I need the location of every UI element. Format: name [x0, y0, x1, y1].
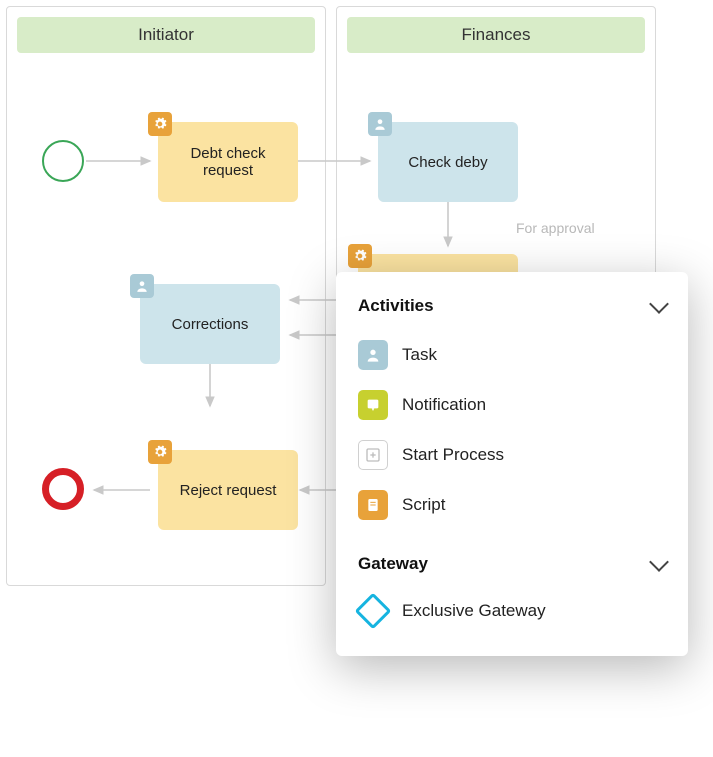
gear-icon — [148, 440, 172, 464]
task-corrections[interactable]: Corrections — [140, 284, 280, 364]
palette-section-title: Activities — [358, 296, 434, 316]
palette-item-label: Start Process — [402, 445, 504, 465]
task-label: Check deby — [408, 154, 487, 171]
lane-finances-title: Finances — [347, 17, 645, 53]
palette-item-notification[interactable]: Notification — [358, 380, 666, 430]
end-event[interactable] — [42, 468, 84, 510]
chevron-down-icon — [649, 294, 669, 314]
chevron-down-icon — [649, 552, 669, 572]
palette-item-label: Notification — [402, 395, 486, 415]
palette-item-label: Script — [402, 495, 445, 515]
notification-icon — [358, 390, 388, 420]
edge-label-for-approval: For approval — [516, 220, 595, 236]
palette-popup[interactable]: Activities Task Notification Start Proce… — [336, 272, 688, 656]
task-reject-request[interactable]: Reject request — [158, 450, 298, 530]
task-label: Corrections — [172, 316, 249, 333]
palette-item-start-process[interactable]: Start Process — [358, 430, 666, 480]
user-icon — [358, 340, 388, 370]
gear-icon — [348, 244, 372, 268]
task-debt-check-request[interactable]: Debt check request — [158, 122, 298, 202]
task-label: Reject request — [180, 482, 277, 499]
palette-item-task[interactable]: Task — [358, 330, 666, 380]
palette-section-activities[interactable]: Activities — [358, 296, 666, 316]
exclusive-gateway-icon — [358, 598, 388, 624]
start-process-icon — [358, 440, 388, 470]
lane-initiator-title: Initiator — [17, 17, 315, 53]
palette-item-label: Task — [402, 345, 437, 365]
user-icon — [368, 112, 392, 136]
start-event[interactable] — [42, 140, 84, 182]
script-icon — [358, 490, 388, 520]
palette-item-label: Exclusive Gateway — [402, 601, 546, 621]
task-check-deby[interactable]: Check deby — [378, 122, 518, 202]
task-label: Debt check request — [168, 145, 288, 179]
palette-item-exclusive-gateway[interactable]: Exclusive Gateway — [358, 588, 666, 634]
palette-item-script[interactable]: Script — [358, 480, 666, 530]
user-icon — [130, 274, 154, 298]
gear-icon — [148, 112, 172, 136]
palette-section-gateway[interactable]: Gateway — [358, 554, 666, 574]
palette-section-title: Gateway — [358, 554, 428, 574]
